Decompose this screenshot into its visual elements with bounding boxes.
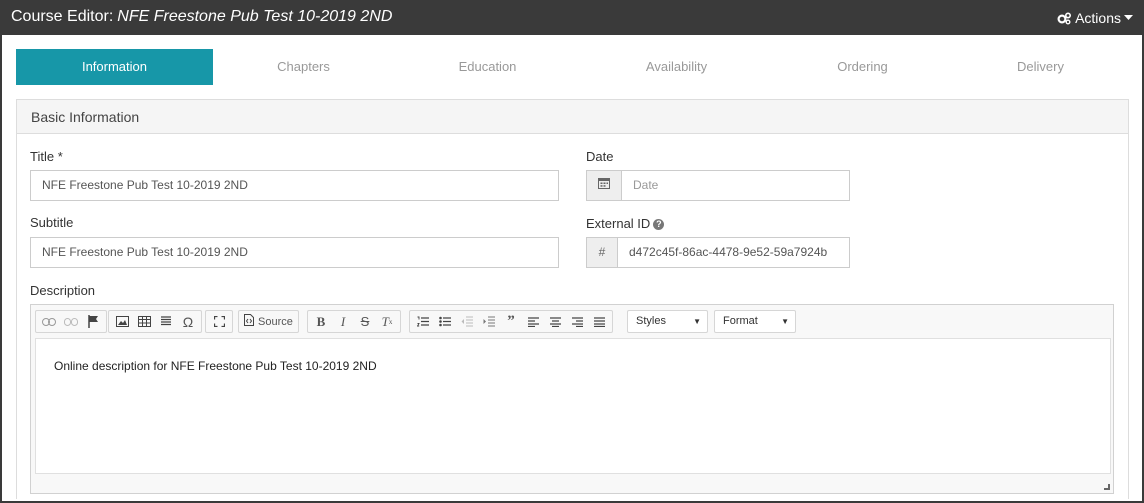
date-input[interactable]: Date xyxy=(621,170,850,201)
course-name: NFE Freestone Pub Test 10-2019 2ND xyxy=(117,8,393,25)
subtitle-input[interactable]: NFE Freestone Pub Test 10-2019 2ND xyxy=(30,237,559,268)
bold-icon[interactable]: B xyxy=(310,312,332,332)
align-right-icon[interactable] xyxy=(566,312,588,332)
external-id-input[interactable]: d472c45f-86ac-4478-9e52-59a7924b xyxy=(617,237,850,268)
source-button[interactable]: Source xyxy=(241,312,296,332)
date-addon[interactable] xyxy=(586,170,622,201)
page-title: Course Editor: NFE Freestone Pub Test 10-… xyxy=(11,8,392,26)
special-character-icon[interactable]: Ω xyxy=(177,312,199,332)
external-id-label: External ID? xyxy=(586,216,665,231)
tab-delivery[interactable]: Delivery xyxy=(942,49,1139,85)
toolbar-group-links xyxy=(35,310,107,333)
bulleted-list-icon[interactable] xyxy=(434,312,456,332)
tab-chapters[interactable]: Chapters xyxy=(205,49,402,85)
caret-down-icon: ▼ xyxy=(693,317,701,326)
link-icon[interactable] xyxy=(38,312,60,332)
tab-availability[interactable]: Availability xyxy=(578,49,775,85)
title-bar: Course Editor: NFE Freestone Pub Test 10-… xyxy=(0,0,1144,35)
resize-handle-icon[interactable] xyxy=(1104,484,1110,490)
format-dropdown[interactable]: Format ▼ xyxy=(714,310,796,333)
anchor-flag-icon[interactable] xyxy=(82,312,104,332)
title-prefix: Course Editor: xyxy=(11,8,114,25)
blockquote-icon[interactable]: ” xyxy=(500,312,522,332)
subtitle-label: Subtitle xyxy=(30,215,74,230)
outdent-icon[interactable] xyxy=(456,312,478,332)
horizontal-line-icon[interactable] xyxy=(155,312,177,332)
maximize-icon[interactable] xyxy=(208,312,230,332)
title-label: Title * xyxy=(30,149,63,164)
tab-ordering[interactable]: Ordering xyxy=(764,49,961,85)
remove-format-icon[interactable]: Tx xyxy=(376,312,398,332)
numbered-list-icon[interactable] xyxy=(412,312,434,332)
toolbar-group-view xyxy=(205,310,233,333)
external-id-label-text: External ID xyxy=(586,216,651,231)
toolbar-group-source: Source xyxy=(238,310,299,333)
toolbar-group-paragraph: ” xyxy=(409,310,613,333)
description-editor: Ω Source B I S Tx ” Styles ▼ Format ▼ On… xyxy=(30,304,1114,494)
format-label: Format xyxy=(723,315,758,327)
toolbar-group-insert: Ω xyxy=(108,310,202,333)
justify-icon[interactable] xyxy=(588,312,610,332)
unlink-icon[interactable] xyxy=(60,312,82,332)
toolbar-group-basic-styles: B I S Tx xyxy=(307,310,401,333)
styles-dropdown[interactable]: Styles ▼ xyxy=(627,310,708,333)
title-input[interactable]: NFE Freestone Pub Test 10-2019 2ND xyxy=(30,170,559,201)
course-tabs: Information Chapters Education Availabil… xyxy=(16,49,1126,85)
tab-education[interactable]: Education xyxy=(389,49,586,85)
description-label: Description xyxy=(30,283,96,298)
caret-down-icon xyxy=(1124,15,1133,21)
panel-heading: Basic Information xyxy=(17,100,1128,134)
caret-down-icon: ▼ xyxy=(781,317,789,326)
image-icon[interactable] xyxy=(111,312,133,332)
editor-content[interactable]: Online description for NFE Freestone Pub… xyxy=(35,338,1111,474)
indent-icon[interactable] xyxy=(478,312,500,332)
help-icon[interactable]: ? xyxy=(653,219,665,230)
source-icon xyxy=(244,314,254,329)
date-label: Date xyxy=(586,149,614,164)
external-id-addon: # xyxy=(586,237,618,268)
source-label: Source xyxy=(258,315,293,328)
styles-label: Styles xyxy=(636,315,666,327)
align-left-icon[interactable] xyxy=(522,312,544,332)
actions-label: Actions xyxy=(1075,10,1121,26)
table-icon[interactable] xyxy=(133,312,155,332)
actions-menu-button[interactable]: Actions xyxy=(1057,10,1133,26)
strikethrough-icon[interactable]: S xyxy=(354,312,376,332)
editor-toolbar: Ω Source B I S Tx ” Styles ▼ Format ▼ xyxy=(33,307,1111,335)
italic-icon[interactable]: I xyxy=(332,312,354,332)
calendar-icon xyxy=(598,171,610,200)
tab-information[interactable]: Information xyxy=(16,49,213,85)
align-center-icon[interactable] xyxy=(544,312,566,332)
gears-icon xyxy=(1057,11,1072,25)
